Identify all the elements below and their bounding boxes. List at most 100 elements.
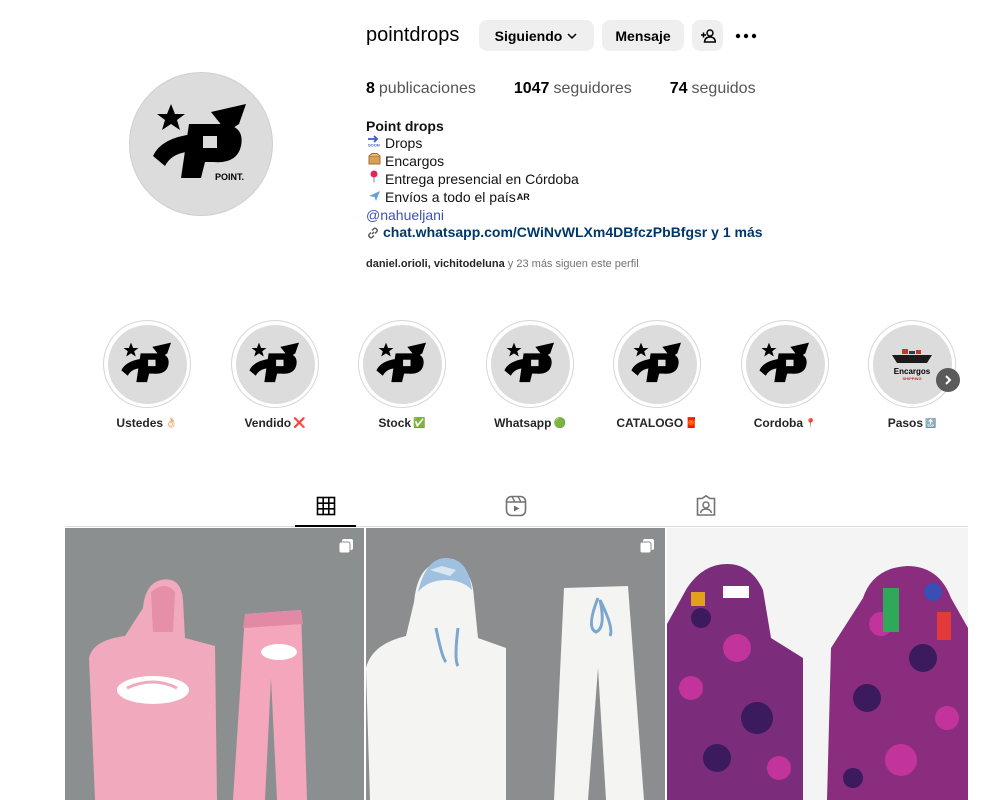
highlight-label-text: CATALOGO <box>616 416 684 430</box>
tab-posts[interactable] <box>312 492 340 520</box>
bio-mention-line: @nahueljani <box>366 207 763 224</box>
point-logo: POINT. <box>153 104 246 182</box>
followers-stat[interactable]: 1047 seguidores <box>514 80 632 98</box>
posts-label: publicaciones <box>378 80 476 97</box>
highlight-label: Stock ✅ <box>378 416 425 430</box>
highlight-ring <box>358 320 446 408</box>
carousel-icon <box>639 539 654 554</box>
highlight-label: Cordoba 📍 <box>754 416 817 430</box>
posts-count: 8 <box>366 80 375 97</box>
followers-count: 1047 <box>513 80 550 97</box>
highlight-stock[interactable]: Stock ✅ <box>357 320 447 430</box>
highlight-ring: Encargos SHIPPING <box>868 320 956 408</box>
profile-avatar[interactable]: POINT. <box>129 72 273 216</box>
bio-line-drops: SOON Drops <box>366 135 763 152</box>
message-button[interactable]: Mensaje <box>602 20 684 51</box>
highlights-next-button[interactable] <box>936 368 960 392</box>
encargos-cover-subtitle: SHIPPING <box>902 376 922 381</box>
bio-mention[interactable]: @nahueljani <box>366 207 444 224</box>
following-button[interactable]: Siguiendo <box>479 20 594 51</box>
bio-link-line: chat.whatsapp.com/CWiNvWLXm4DBfczPbBfgsr… <box>366 224 763 241</box>
more-options-button[interactable] <box>734 24 758 48</box>
svg-text:SOON: SOON <box>368 143 380 148</box>
highlight-ustedes[interactable]: Ustedes 👌🏻 <box>102 320 192 430</box>
followed-by-rest: y 23 más siguen este perfil <box>504 258 639 270</box>
highlight-label: Ustedes 👌🏻 <box>116 416 177 430</box>
airplane-icon <box>366 189 382 207</box>
link-icon <box>368 227 378 239</box>
tab-tagged[interactable] <box>692 492 720 520</box>
highlight-cover: Encargos SHIPPING <box>872 324 952 404</box>
highlight-emoji: 👌🏻 <box>165 417 178 429</box>
ship-icon <box>892 349 932 363</box>
message-button-label: Mensaje <box>615 27 671 44</box>
point-logo <box>121 342 171 383</box>
point-logo <box>249 342 299 383</box>
highlight-cover <box>490 324 570 404</box>
followed-by-names: daniel.orioli, vichitodeluna <box>366 258 505 270</box>
post-white-tracksuit[interactable] <box>366 528 665 800</box>
point-logo <box>504 342 554 383</box>
profile-username: pointdrops <box>366 24 460 46</box>
suggest-user-button[interactable] <box>692 20 723 51</box>
highlight-ring <box>231 320 319 408</box>
highlight-vendido[interactable]: Vendido ❌ <box>230 320 320 430</box>
post-image <box>65 528 364 800</box>
bio-external-link[interactable]: chat.whatsapp.com/CWiNvWLXm4DBfczPbBfgsr… <box>383 224 763 241</box>
followed-by[interactable]: daniel.orioli, vichitodeluna y 23 más si… <box>366 258 639 270</box>
bio-line-entrega: Entrega presencial en Córdoba <box>366 170 763 188</box>
carousel-icon <box>338 539 353 554</box>
highlight-emoji: 🟢 <box>553 417 566 429</box>
package-icon <box>366 152 382 170</box>
highlight-label: Pasos 🔝 <box>888 416 937 430</box>
highlight-ring <box>613 320 701 408</box>
encargos-cover-title: Encargos <box>893 367 931 376</box>
bio-line-envios: Envíos a todo el país AR <box>366 189 763 207</box>
pin-icon <box>366 170 382 188</box>
profile-stats: 8 publicaciones 1047 seguidores 74 seguidos <box>366 80 794 98</box>
following-count: 74 <box>669 80 688 97</box>
bio-line-text: Envíos a todo el país <box>385 189 516 206</box>
highlight-label-text: Vendido <box>244 416 292 430</box>
highlight-whatsapp[interactable]: Whatsapp 🟢 <box>485 320 575 430</box>
chevron-down-icon <box>567 32 577 39</box>
highlight-label-text: Whatsapp <box>494 416 552 430</box>
posts-stat: 8 publicaciones <box>366 80 476 98</box>
highlight-emoji: 🔝 <box>925 417 937 428</box>
chevron-right-icon <box>945 375 952 385</box>
soon-arrow-icon: SOON <box>366 135 382 152</box>
highlight-label-text: Stock <box>378 416 412 430</box>
highlight-cover <box>617 324 697 404</box>
highlight-label: CATALOGO 🧧 <box>616 416 697 430</box>
point-logo <box>376 342 426 383</box>
highlight-cordoba[interactable]: Cordoba 📍 <box>740 320 830 430</box>
highlight-emoji: ❌ <box>293 417 306 429</box>
svg-text:POINT.: POINT. <box>215 172 244 182</box>
followers-label: seguidores <box>553 80 632 97</box>
flag-ar-text: AR <box>516 192 530 203</box>
post-pink-tracksuit[interactable] <box>65 528 364 800</box>
highlight-ring <box>486 320 574 408</box>
highlight-cover <box>107 324 187 404</box>
highlight-cover <box>745 324 825 404</box>
add-user-icon <box>700 28 716 43</box>
highlight-emoji: 📍 <box>805 417 817 428</box>
tab-reels[interactable] <box>502 492 530 520</box>
bio-name: Point drops <box>366 118 444 134</box>
following-label: seguidos <box>691 80 756 97</box>
point-logo <box>759 342 809 383</box>
highlight-emoji: 🧧 <box>685 417 698 429</box>
tagged-icon <box>696 495 716 516</box>
following-stat[interactable]: 74 seguidos <box>670 80 756 98</box>
post-purple-camo-hoodie[interactable] <box>667 528 968 800</box>
highlight-ring <box>741 320 829 408</box>
highlight-catalogo[interactable]: CATALOGO 🧧 <box>612 320 702 430</box>
following-button-label: Siguiendo <box>494 27 563 44</box>
bio-line-text: Drops <box>385 135 423 152</box>
highlight-label: Vendido ❌ <box>244 416 305 430</box>
post-image <box>366 528 665 800</box>
highlight-emoji: ✅ <box>413 417 426 429</box>
highlight-label-text: Pasos <box>887 416 924 430</box>
point-logo <box>631 342 681 383</box>
profile-bio: Point drops SOON Drops Encargos Entrega … <box>366 118 763 242</box>
